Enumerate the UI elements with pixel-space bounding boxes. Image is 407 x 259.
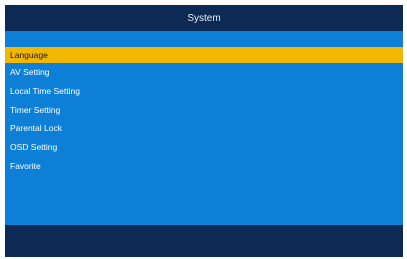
page-title: System bbox=[5, 5, 403, 31]
menu-item-osd-setting[interactable]: OSD Setting bbox=[5, 138, 403, 157]
settings-menu: Language AV Setting Local Time Setting T… bbox=[5, 47, 403, 176]
menu-item-parental-lock[interactable]: Parental Lock bbox=[5, 119, 403, 138]
menu-item-favorite[interactable]: Favorite bbox=[5, 157, 403, 176]
menu-item-language[interactable]: Language bbox=[5, 47, 403, 63]
menu-item-local-time-setting[interactable]: Local Time Setting bbox=[5, 82, 403, 101]
system-menu-screen: System Language AV Setting Local Time Se… bbox=[5, 5, 403, 257]
menu-item-av-setting[interactable]: AV Setting bbox=[5, 63, 403, 82]
footer-bar bbox=[5, 225, 403, 257]
menu-item-timer-setting[interactable]: Timer Setting bbox=[5, 101, 403, 120]
